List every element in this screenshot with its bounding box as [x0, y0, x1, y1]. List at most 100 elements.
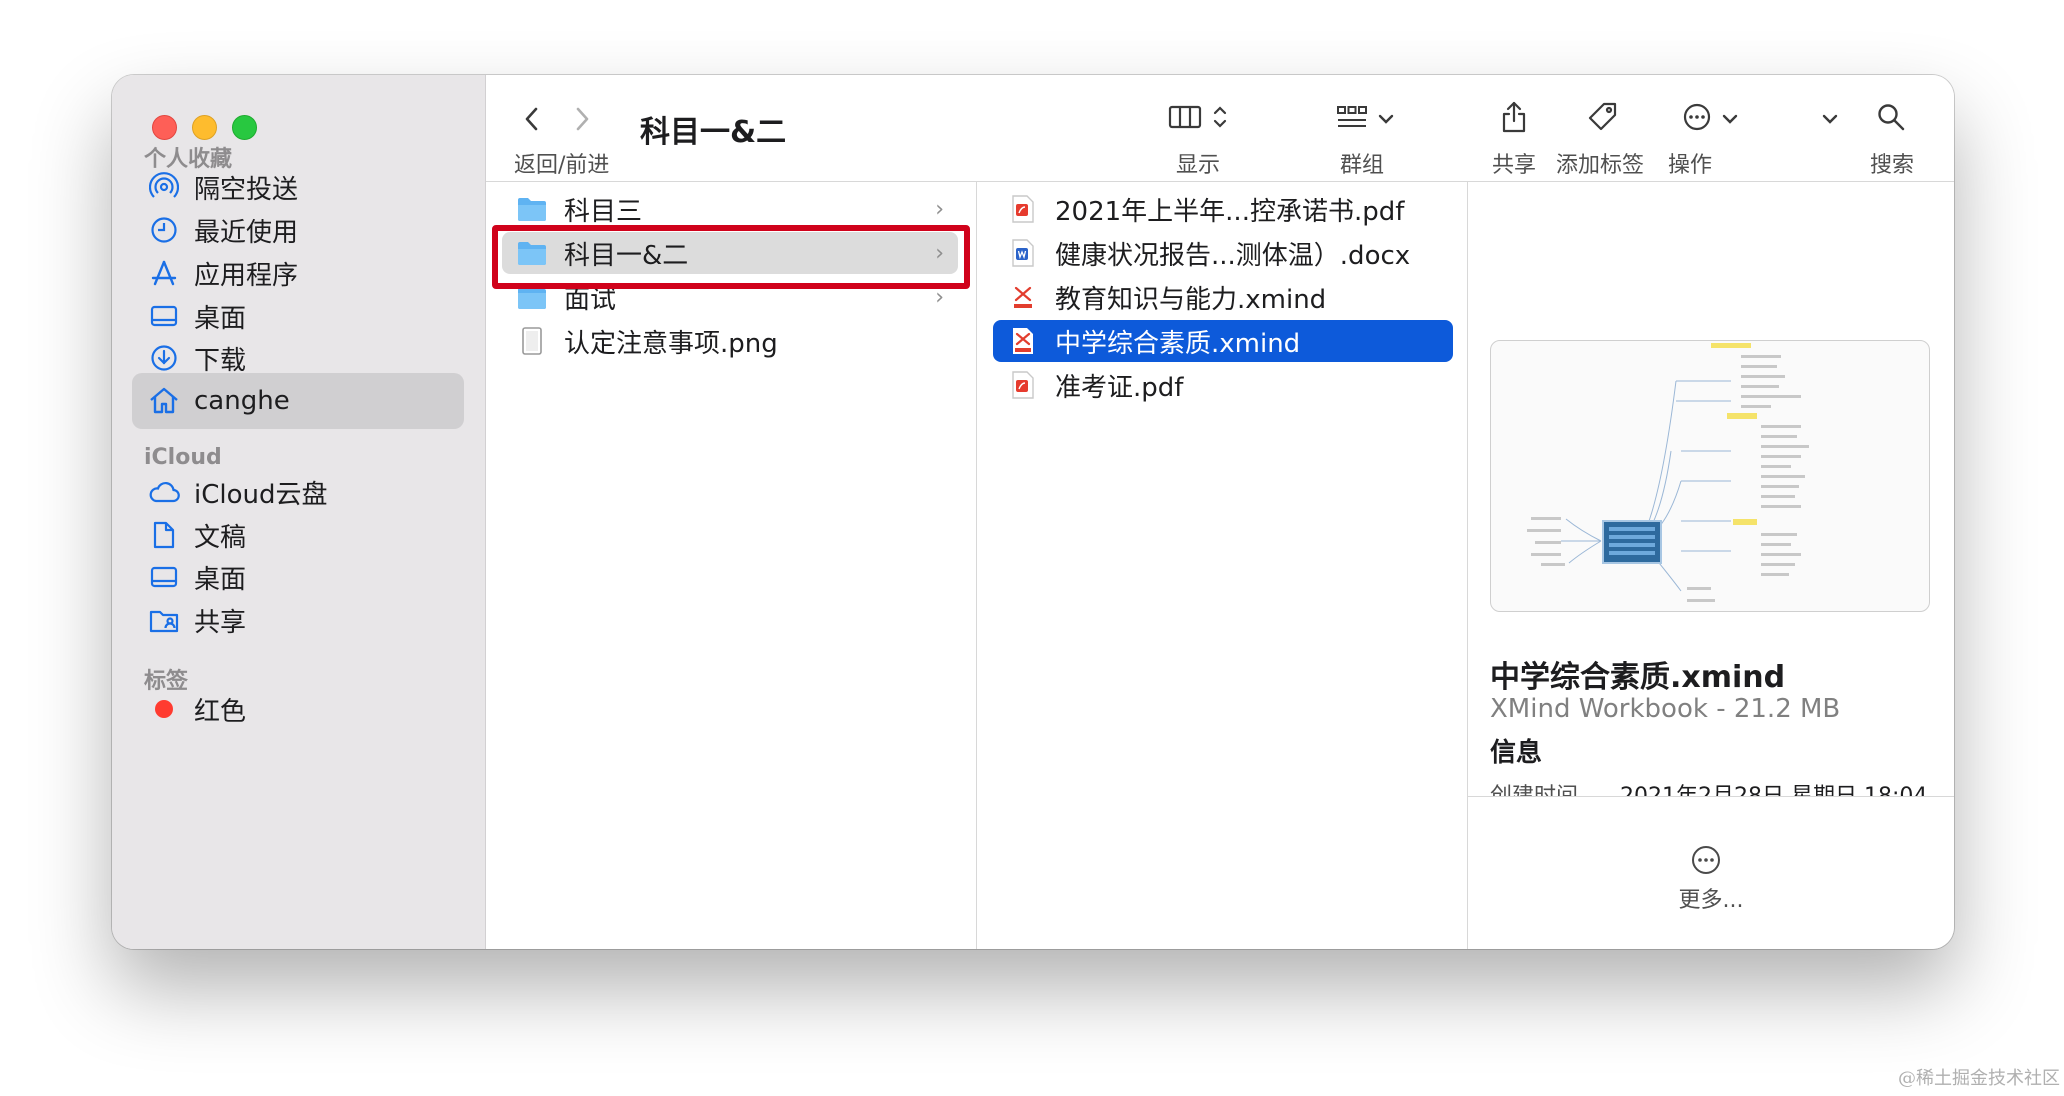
chevron-right-icon: ›	[935, 197, 944, 222]
add-tag-button[interactable]	[1586, 99, 1618, 139]
airdrop-icon	[146, 169, 182, 205]
desktop-icon	[146, 298, 182, 334]
list-item-name: 认定注意事项.png	[564, 328, 778, 359]
list-item-file[interactable]: 教育知识与能力.xmind	[993, 276, 1453, 318]
list-item-name: 2021年上半年...控承诺书.pdf	[1055, 196, 1405, 227]
columns-view-icon	[1168, 104, 1202, 134]
sidebar-item-label: 应用程序	[194, 260, 299, 291]
divider	[1468, 796, 1954, 797]
action-button[interactable]	[1682, 99, 1738, 139]
applications-icon	[146, 255, 182, 291]
list-item-name: 科目三	[564, 196, 643, 227]
ellipsis-circle-icon[interactable]	[1690, 844, 1722, 876]
sidebar-item-label: 下载	[194, 345, 247, 376]
sidebar-item-shared[interactable]: 共享	[132, 592, 464, 648]
ellipsis-circle-icon	[1682, 102, 1712, 136]
zoom-button[interactable]	[232, 115, 257, 140]
list-item-name: 健康状况报告...测体温）.docx	[1055, 240, 1411, 271]
share-button[interactable]	[1500, 99, 1528, 139]
column-parent: 科目三 › 科目一&二 › 面试 › 认定注意事项.png	[486, 182, 977, 949]
list-item-folder[interactable]: 面试 ›	[502, 276, 958, 318]
watermark: @稀土掘金技术社区	[1898, 1068, 2060, 1089]
word-file-icon	[1007, 237, 1039, 269]
up-down-chevron-icon	[1212, 104, 1228, 134]
folder-icon	[516, 281, 548, 313]
created-value: 2021年2月28日 星期日 18:04	[1620, 778, 1927, 796]
grid-group-icon	[1336, 104, 1368, 134]
group-label: 群组	[1340, 153, 1385, 178]
minimize-button[interactable]	[192, 115, 217, 140]
more-button[interactable]: 更多...	[1468, 882, 1954, 914]
column-files: 2021年上半年...控承诺书.pdf 健康状况报告...测体温）.docx 教…	[977, 182, 1468, 949]
list-item-name: 准考证.pdf	[1055, 372, 1184, 403]
toolbar: 科目一&二 返回/前进 显示 群组 共享 添加标签 操作 搜索	[486, 75, 1954, 182]
red-tag-dot-icon	[146, 691, 182, 727]
home-icon	[146, 383, 182, 419]
folder-icon	[516, 193, 548, 225]
list-item-name: 中学综合素质.xmind	[1055, 328, 1301, 359]
sidebar-item-label: 文稿	[194, 522, 247, 553]
list-item-file[interactable]: 认定注意事项.png	[502, 320, 958, 362]
forward-button[interactable]	[564, 101, 600, 137]
list-item-folder-selected[interactable]: 科目一&二 ›	[502, 232, 958, 274]
sidebar-item-label: canghe	[194, 386, 290, 416]
list-item-name: 科目一&二	[564, 240, 689, 271]
sidebar-item-label: 红色	[194, 696, 247, 727]
file-thumbnail	[1490, 340, 1930, 612]
shared-folder-icon	[146, 602, 182, 638]
close-button[interactable]	[152, 115, 177, 140]
preview-pane: 中学综合素质.xmind XMind Workbook - 21.2 MB 信息…	[1468, 182, 1954, 949]
chevron-right-icon: ›	[935, 241, 944, 266]
sidebar-item-label: 隔空投送	[194, 174, 299, 205]
window-title: 科目一&二	[640, 115, 787, 150]
download-icon	[146, 340, 182, 376]
search-icon	[1876, 102, 1906, 136]
action-label: 操作	[1668, 153, 1713, 178]
chevron-down-icon	[1378, 110, 1394, 129]
folder-icon	[516, 237, 548, 269]
back-button[interactable]	[514, 101, 550, 137]
back-forward-label: 返回/前进	[514, 153, 610, 178]
chevron-right-icon: ›	[935, 285, 944, 310]
search-button[interactable]	[1876, 99, 1906, 139]
more-toolbar-items-button[interactable]	[1822, 99, 1838, 139]
pdf-file-icon	[1007, 193, 1039, 225]
preview-file-kind: XMind Workbook - 21.2 MB	[1490, 694, 1841, 724]
search-label: 搜索	[1870, 153, 1915, 178]
xmind-file-icon	[1007, 325, 1039, 357]
list-item-folder[interactable]: 科目三 ›	[502, 188, 958, 230]
preview-info-heading: 信息	[1490, 738, 1543, 768]
list-item-name: 教育知识与能力.xmind	[1055, 284, 1327, 315]
list-item-file[interactable]: 健康状况报告...测体温）.docx	[993, 232, 1453, 274]
desktop-icon	[146, 559, 182, 595]
xmind-file-icon	[1007, 281, 1039, 313]
preview-file-name: 中学综合素质.xmind	[1490, 660, 1786, 695]
chevron-down-icon	[1722, 110, 1738, 129]
chevron-right-icon	[576, 107, 589, 131]
add-tag-label: 添加标签	[1556, 153, 1645, 178]
sidebar-item-label: 共享	[194, 607, 247, 638]
preview-created-row: 创建时间 2021年2月28日 星期日 18:04	[1490, 778, 1930, 796]
sidebar-item-home[interactable]: canghe	[132, 373, 464, 429]
sidebar-item-tag-red[interactable]: 红色	[132, 681, 464, 737]
created-label: 创建时间	[1490, 784, 1578, 796]
list-item-file[interactable]: 准考证.pdf	[993, 364, 1453, 406]
tag-icon	[1586, 101, 1618, 137]
sidebar: 个人收藏 隔空投送 最近使用 应用程序 桌面 下载 canghe iCloud …	[112, 75, 486, 949]
view-mode-button[interactable]	[1168, 99, 1228, 139]
list-item-file[interactable]: 2021年上半年...控承诺书.pdf	[993, 188, 1453, 230]
image-file-icon	[516, 325, 548, 357]
pdf-file-icon	[1007, 369, 1039, 401]
sidebar-item-label: 桌面	[194, 564, 247, 595]
share-icon	[1500, 100, 1528, 138]
list-item-file-selected[interactable]: 中学综合素质.xmind	[993, 320, 1453, 362]
clock-icon	[146, 212, 182, 248]
cloud-icon	[146, 474, 182, 510]
sidebar-item-label: 桌面	[194, 303, 247, 334]
chevron-down-icon	[1822, 110, 1838, 129]
list-item-name: 面试	[564, 284, 617, 315]
chevron-left-icon	[525, 107, 538, 131]
mindmap-thumbnail-icon	[1527, 343, 1809, 602]
finder-window: 个人收藏 隔空投送 最近使用 应用程序 桌面 下载 canghe iCloud …	[112, 75, 1954, 949]
group-button[interactable]	[1336, 99, 1394, 139]
